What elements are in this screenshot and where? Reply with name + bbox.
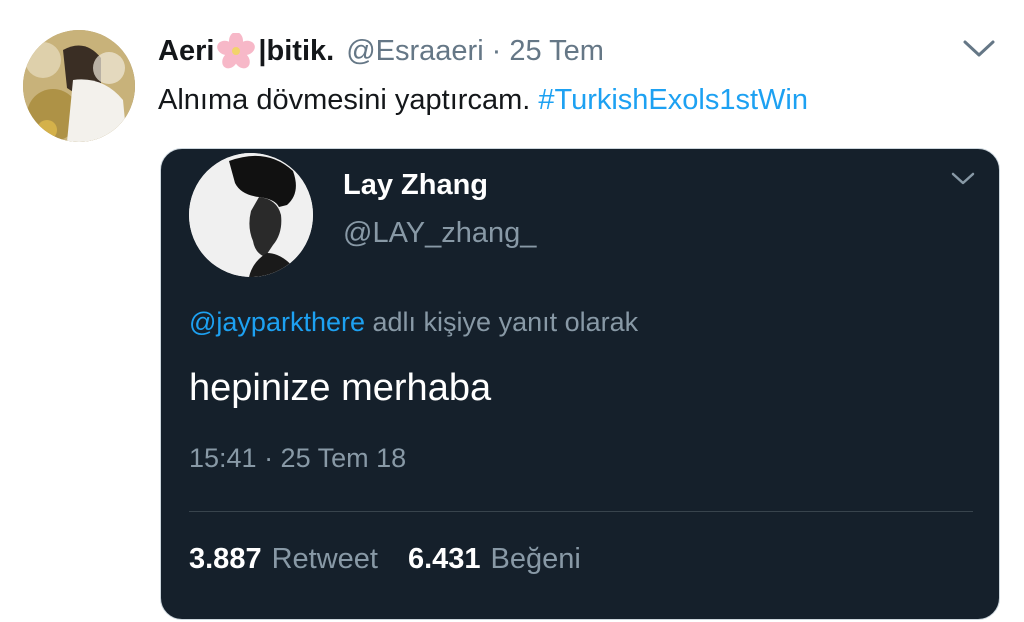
- reply-mention-link[interactable]: @jayparkthere: [189, 307, 365, 337]
- tweet-time[interactable]: 25 Tem: [509, 35, 604, 68]
- quoted-author-name[interactable]: Lay Zhang: [343, 169, 488, 202]
- like-count[interactable]: 6.431: [408, 543, 481, 576]
- display-name[interactable]: Aeri: [158, 35, 214, 68]
- retweet-count[interactable]: 3.887: [189, 543, 262, 576]
- separator-dot: ·: [491, 34, 502, 67]
- engagement-stats: 3.887 Retweet 6.431 Beğeni: [189, 543, 581, 576]
- retweet-label[interactable]: Retweet: [272, 543, 378, 576]
- tweet-text: Alnıma dövmesini yaptırcam. #TurkishExols…: [158, 84, 808, 117]
- chevron-down-icon[interactable]: [951, 171, 975, 187]
- quoted-tweet-card[interactable]: Lay Zhang @LAY_zhang_ @jayparkthere adlı…: [160, 148, 1000, 620]
- like-label[interactable]: Beğeni: [491, 543, 581, 576]
- author-avatar[interactable]: [23, 30, 135, 142]
- author-handle[interactable]: @Esraaeri: [346, 35, 483, 68]
- tweet: Aeri |bitik. @Esraaeri · 25 Tem Alnıma d…: [0, 0, 1024, 622]
- tweet-text-body: Alnıma dövmesini yaptırcam.: [158, 84, 531, 116]
- reply-context: @jayparkthere adlı kişiye yanıt olarak: [189, 307, 638, 338]
- display-name-suffix[interactable]: |bitik.: [258, 35, 334, 68]
- divider: [189, 511, 973, 512]
- chevron-down-icon[interactable]: [962, 38, 996, 60]
- cherry-blossom-icon: [216, 32, 256, 69]
- tweet-header: Aeri |bitik. @Esraaeri · 25 Tem: [158, 30, 604, 72]
- quoted-author-avatar[interactable]: [189, 153, 313, 277]
- quoted-author-handle[interactable]: @LAY_zhang_: [343, 217, 536, 250]
- hashtag-link[interactable]: #TurkishExols1stWin: [538, 84, 808, 116]
- reply-suffix: adlı kişiye yanıt olarak: [372, 307, 639, 337]
- quoted-tweet-text: hepinize merhaba: [189, 367, 492, 409]
- quoted-avatar-image: [189, 153, 313, 277]
- quoted-timestamp[interactable]: 15:41 · 25 Tem 18: [189, 443, 406, 474]
- author-avatar-image: [23, 30, 135, 142]
